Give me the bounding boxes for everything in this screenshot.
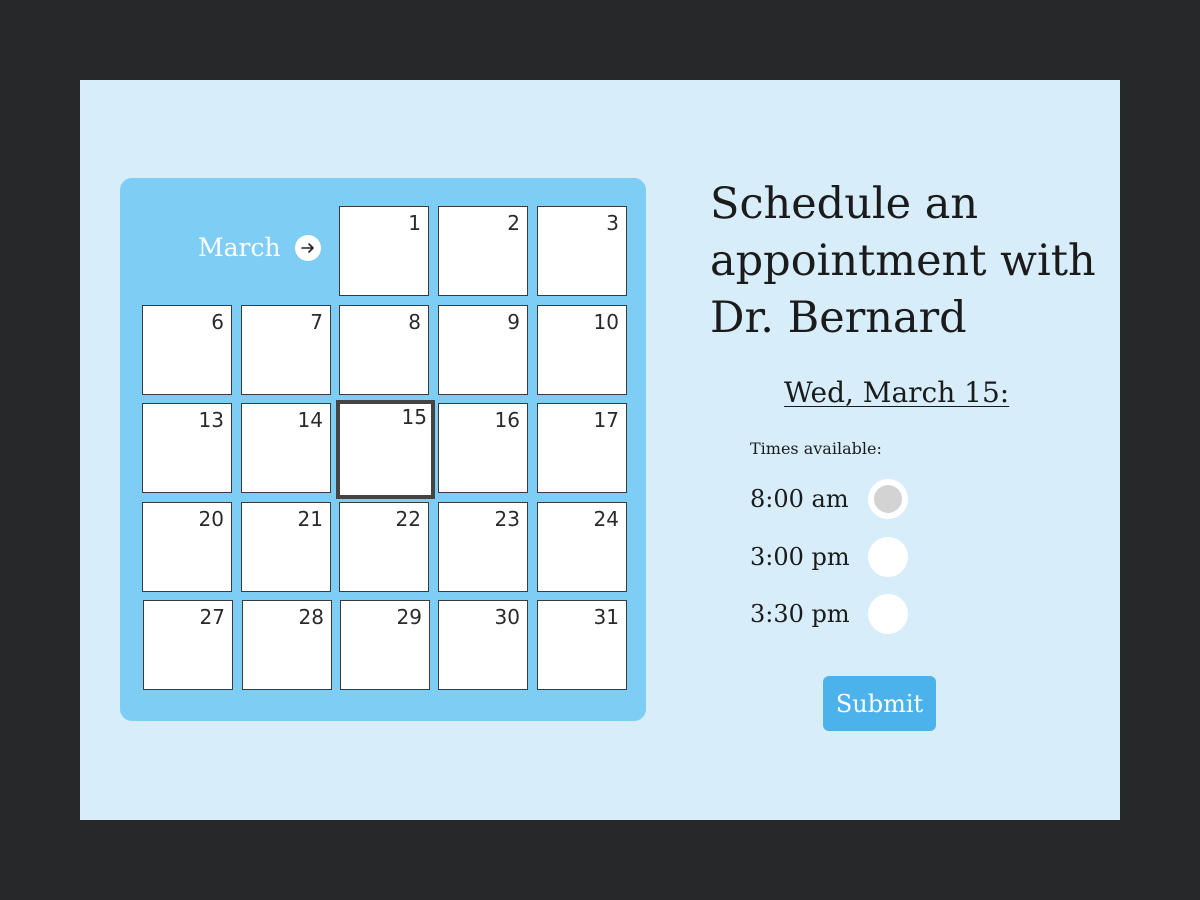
time-option-8am[interactable]: 8:00 am — [750, 479, 920, 519]
selected-date-heading: Wed, March 15: — [784, 376, 1010, 409]
day-8[interactable]: 8 — [339, 305, 429, 395]
day-number: 15 — [401, 405, 427, 429]
calendar: March 1 2 3 6 7 8 9 10 13 14 15 16 17 20… — [120, 178, 646, 721]
day-24[interactable]: 24 — [537, 502, 627, 592]
day-28[interactable]: 28 — [242, 600, 332, 690]
day-number: 22 — [395, 507, 421, 531]
day-9[interactable]: 9 — [438, 305, 528, 395]
day-3[interactable]: 3 — [537, 206, 627, 296]
radio-selected-dot — [874, 485, 902, 513]
scheduler-panel: March 1 2 3 6 7 8 9 10 13 14 15 16 17 20… — [80, 80, 1120, 820]
month-nav: March — [198, 233, 321, 262]
day-number: 30 — [494, 605, 520, 629]
month-label: March — [198, 233, 281, 262]
day-20[interactable]: 20 — [142, 502, 232, 592]
time-option-label: 3:30 pm — [750, 600, 850, 628]
day-number: 21 — [297, 507, 323, 531]
day-number: 13 — [198, 408, 224, 432]
day-number: 9 — [507, 310, 520, 334]
day-27[interactable]: 27 — [143, 600, 233, 690]
day-number: 17 — [593, 408, 619, 432]
day-7[interactable]: 7 — [241, 305, 331, 395]
day-number: 14 — [297, 408, 323, 432]
day-1[interactable]: 1 — [339, 206, 429, 296]
day-16[interactable]: 16 — [438, 403, 528, 493]
day-number: 23 — [494, 507, 520, 531]
day-21[interactable]: 21 — [241, 502, 331, 592]
title-line: Dr. Bernard — [710, 293, 967, 343]
day-23[interactable]: 23 — [438, 502, 528, 592]
day-number: 24 — [593, 507, 619, 531]
arrow-right-icon — [300, 242, 314, 253]
time-option-label: 8:00 am — [750, 485, 849, 513]
day-number: 8 — [408, 310, 421, 334]
day-2[interactable]: 2 — [438, 206, 528, 296]
day-15-selected[interactable]: 15 — [336, 400, 435, 499]
day-17[interactable]: 17 — [537, 403, 627, 493]
day-10[interactable]: 10 — [537, 305, 627, 395]
title-line: Schedule an — [710, 179, 979, 229]
day-number: 29 — [396, 605, 422, 629]
day-number: 16 — [494, 408, 520, 432]
day-number: 1 — [408, 211, 421, 235]
day-number: 6 — [211, 310, 224, 334]
day-number: 31 — [593, 605, 619, 629]
time-radio-selected[interactable] — [868, 479, 908, 519]
times-available-label: Times available: — [750, 439, 882, 458]
day-number: 2 — [507, 211, 520, 235]
time-option-label: 3:00 pm — [750, 543, 850, 571]
time-option-330pm[interactable]: 3:30 pm — [750, 594, 920, 634]
day-29[interactable]: 29 — [340, 600, 430, 690]
day-22[interactable]: 22 — [339, 502, 429, 592]
day-number: 3 — [606, 211, 619, 235]
day-6[interactable]: 6 — [142, 305, 232, 395]
next-month-button[interactable] — [294, 234, 321, 261]
day-number: 20 — [198, 507, 224, 531]
time-radio[interactable] — [868, 537, 908, 577]
page-title: Schedule an appointment with Dr. Bernard — [710, 176, 1120, 347]
day-14[interactable]: 14 — [241, 403, 331, 493]
day-number: 27 — [199, 605, 225, 629]
day-13[interactable]: 13 — [142, 403, 232, 493]
submit-button[interactable]: Submit — [823, 676, 936, 731]
title-line: appointment with — [710, 236, 1096, 286]
day-number: 28 — [298, 605, 324, 629]
day-number: 7 — [310, 310, 323, 334]
day-31[interactable]: 31 — [537, 600, 627, 690]
time-option-3pm[interactable]: 3:00 pm — [750, 537, 920, 577]
day-number: 10 — [593, 310, 619, 334]
day-30[interactable]: 30 — [438, 600, 528, 690]
time-radio[interactable] — [868, 594, 908, 634]
